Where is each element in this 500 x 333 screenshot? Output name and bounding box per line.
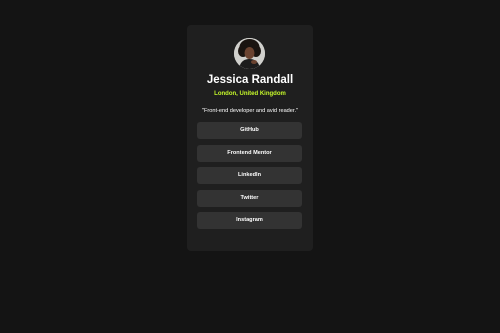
avatar-portrait-icon [234,38,265,69]
social-links-list: GitHub Frontend Mentor LinkedIn Twitter … [197,122,302,235]
github-link-button[interactable]: GitHub [197,122,302,139]
twitter-link-button[interactable]: Twitter [197,189,302,207]
avatar [234,38,265,69]
profile-bio: "Front-end developer and avid reader." [201,108,299,114]
linkedin-link-button[interactable]: LinkedIn [197,167,302,185]
profile-card: Jessica Randall London, United Kingdom "… [187,25,313,251]
frontend-mentor-link-button[interactable]: Frontend Mentor [197,144,302,162]
profile-location: London, United Kingdom [214,91,286,97]
instagram-link-button[interactable]: Instagram [197,212,302,230]
profile-name: Jessica Randall [206,74,294,86]
